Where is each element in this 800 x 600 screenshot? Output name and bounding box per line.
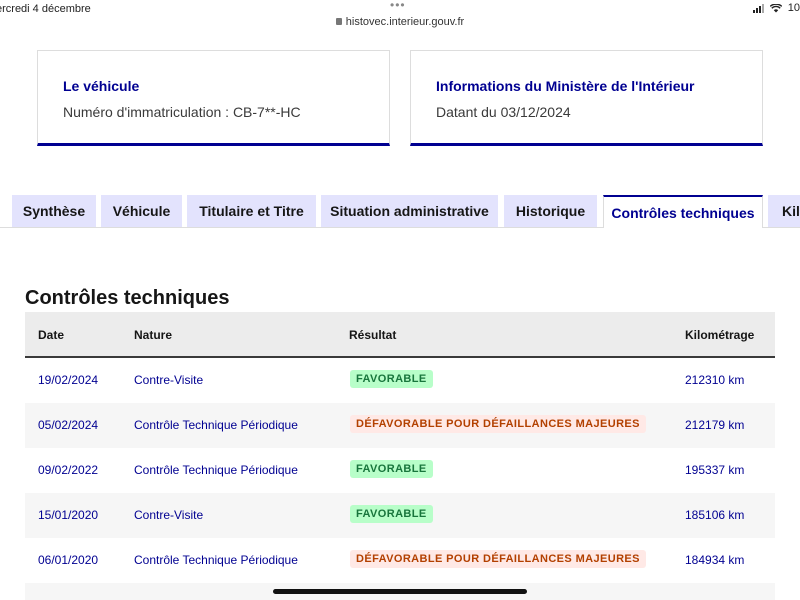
tab-bar: Synthèse Véhicule Titulaire et Titre Sit… [0, 195, 800, 228]
row-date: 05/02/2024 [38, 418, 99, 432]
table-header: Date Nature Résultat Kilométrage [25, 312, 775, 358]
row-result: FAVORABLE [350, 370, 433, 388]
status-date: ercredi 4 décembre [0, 3, 91, 15]
table-row: 06/01/2020 Contrôle Technique Périodique… [25, 538, 775, 583]
table-row: 15/01/2020 Contre-Visite FAVORABLE 18510… [25, 493, 775, 538]
status-bar: ercredi 4 décembre ••• 10 [0, 0, 800, 16]
vehicle-registration: Numéro d'immatriculation : CB-7**-HC [63, 104, 301, 120]
battery-level: 10 [787, 2, 800, 14]
lock-icon [335, 18, 342, 25]
url-text: histovec.interieur.gouv.fr [345, 16, 465, 28]
table-row: 05/02/2024 Contrôle Technique Périodique… [25, 403, 775, 448]
ministry-card: Informations du Ministère de l'Intérieur… [410, 50, 763, 146]
row-date: 19/02/2024 [38, 373, 99, 387]
row-date: 09/02/2022 [38, 463, 99, 477]
tab-controles-techniques[interactable]: Contrôles techniques [603, 195, 763, 228]
header-date: Date [38, 328, 65, 342]
inspections-table: Date Nature Résultat Kilométrage 19/02/2… [25, 312, 775, 600]
tab-situation-administrative[interactable]: Situation administrative [321, 195, 498, 227]
row-result: DÉFAVORABLE POUR DÉFAILLANCES MAJEURES [350, 550, 646, 568]
row-km: 185106 km [685, 508, 745, 522]
vehicle-card: Le véhicule Numéro d'immatriculation : C… [37, 50, 390, 146]
home-indicator[interactable] [273, 589, 527, 594]
result-badge: FAVORABLE [350, 505, 433, 523]
header-result: Résultat [349, 328, 397, 342]
row-date: 15/01/2020 [38, 508, 99, 522]
row-result: FAVORABLE [350, 505, 433, 523]
row-km: 212310 km [685, 373, 745, 387]
header-nature: Nature [134, 328, 173, 342]
row-km: 195337 km [685, 463, 745, 477]
tab-kilometrage[interactable]: Kil [768, 195, 800, 227]
vehicle-card-title: Le véhicule [63, 78, 140, 94]
header-km: Kilométrage [685, 328, 755, 342]
row-nature: Contrôle Technique Périodique [134, 463, 298, 477]
wifi-icon [769, 3, 782, 12]
row-result: DÉFAVORABLE POUR DÉFAILLANCES MAJEURES [350, 415, 646, 433]
ministry-date: Datant du 03/12/2024 [436, 104, 571, 120]
table-row: 09/02/2022 Contrôle Technique Périodique… [25, 448, 775, 493]
tab-historique[interactable]: Historique [504, 195, 597, 227]
table-row: 19/02/2024 Contre-Visite FAVORABLE 21231… [25, 358, 775, 403]
result-badge: FAVORABLE [350, 460, 433, 478]
result-badge: DÉFAVORABLE POUR DÉFAILLANCES MAJEURES [350, 415, 646, 433]
more-dots-icon[interactable]: ••• [390, 0, 406, 12]
address-bar[interactable]: histovec.interieur.gouv.fr [0, 16, 800, 34]
row-result: FAVORABLE [350, 460, 433, 478]
section-title: Contrôles techniques [25, 287, 230, 309]
row-nature: Contre-Visite [134, 508, 204, 522]
ministry-card-title: Informations du Ministère de l'Intérieur [436, 78, 695, 94]
signal-icon [752, 3, 764, 13]
result-badge: DÉFAVORABLE POUR DÉFAILLANCES MAJEURES [350, 550, 646, 568]
row-km: 184934 km [685, 553, 745, 567]
status-icons: 10 [752, 2, 800, 14]
row-date: 06/01/2020 [38, 553, 99, 567]
tab-vehicule[interactable]: Véhicule [101, 195, 182, 227]
row-km: 212179 km [685, 418, 745, 432]
row-nature: Contre-Visite [134, 373, 204, 387]
tab-synthese[interactable]: Synthèse [12, 195, 96, 227]
tab-titulaire-titre[interactable]: Titulaire et Titre [187, 195, 316, 227]
row-nature: Contrôle Technique Périodique [134, 418, 298, 432]
result-badge: FAVORABLE [350, 370, 433, 388]
row-nature: Contrôle Technique Périodique [134, 553, 298, 567]
